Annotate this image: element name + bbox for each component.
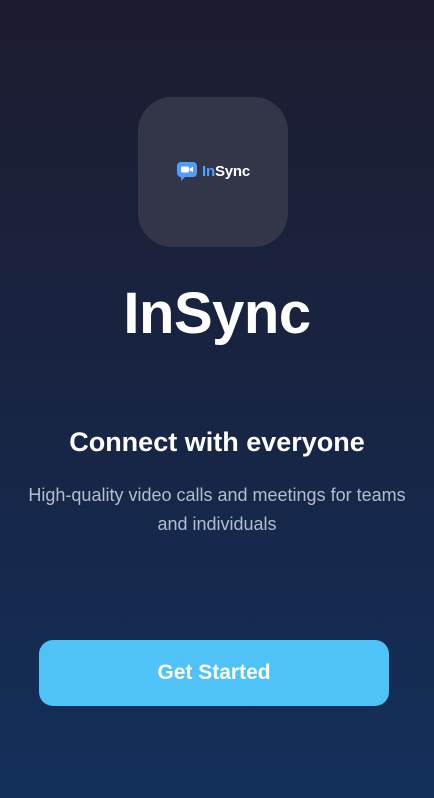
- logo-wordmark: InSync: [202, 162, 250, 180]
- app-icon-tile: InSync: [138, 97, 288, 247]
- app-name-title: InSync: [123, 281, 311, 346]
- app-logo: InSync: [176, 160, 250, 182]
- headline: Connect with everyone: [69, 427, 365, 457]
- get-started-button[interactable]: Get Started: [39, 640, 389, 706]
- description-text: High-quality video calls and meetings fo…: [28, 485, 406, 534]
- video-chat-icon: [177, 162, 197, 181]
